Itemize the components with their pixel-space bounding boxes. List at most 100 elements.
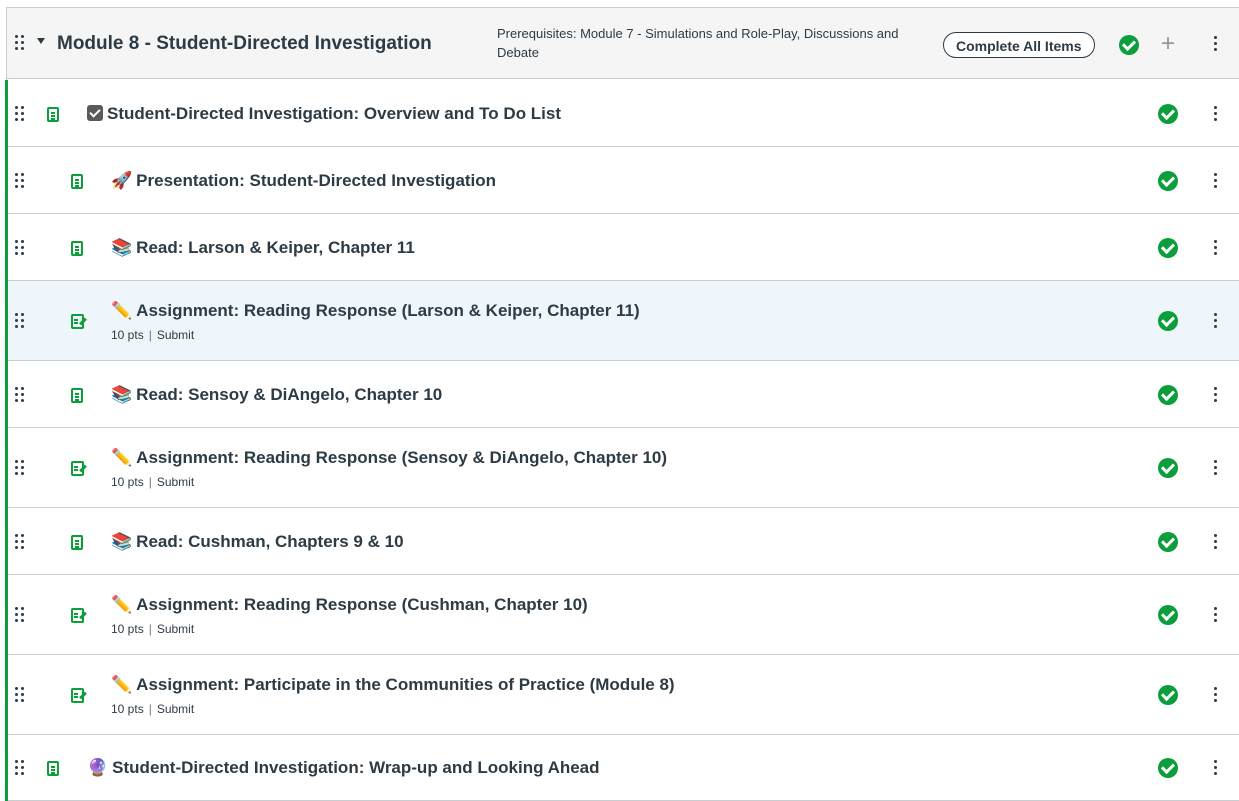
item-title-text: Student-Directed Investigation: Wrap-up … xyxy=(112,758,600,777)
item-title-link[interactable]: 🚀 Presentation: Student-Directed Investig… xyxy=(111,171,496,191)
module-header[interactable]: Module 8 - Student-Directed Investigatio… xyxy=(7,7,1239,79)
item-title-text: Read: Sensoy & DiAngelo, Chapter 10 xyxy=(136,385,443,404)
item-title-text: Presentation: Student-Directed Investiga… xyxy=(136,171,497,190)
item-meta: 10 pts | Submit xyxy=(111,702,194,716)
drag-handle-icon[interactable] xyxy=(15,35,24,50)
item-kebab-menu-icon[interactable] xyxy=(1214,687,1217,705)
page-icon xyxy=(71,241,83,256)
emoji-icon: 🚀 xyxy=(111,171,133,191)
emoji-icon: ✏️ xyxy=(111,448,133,468)
page-icon xyxy=(71,174,83,189)
completed-check-icon xyxy=(1158,238,1178,258)
item-title-link[interactable]: ✏️ Assignment: Reading Response (Sensoy &… xyxy=(111,448,667,468)
assignment-row[interactable]: ✏️ Assignment: Reading Response (Larson &… xyxy=(5,281,1239,361)
item-kebab-menu-icon[interactable] xyxy=(1214,460,1217,478)
module-title[interactable]: Module 8 - Student-Directed Investigatio… xyxy=(57,33,432,55)
completed-check-icon xyxy=(1158,605,1178,625)
assignment-icon xyxy=(71,688,84,703)
completed-check-icon xyxy=(1158,458,1178,478)
item-title-text: Assignment: Reading Response (Larson & K… xyxy=(136,301,640,320)
page-row[interactable]: 📚 Read: Cushman, Chapters 9 & 10 xyxy=(5,508,1239,575)
meta-divider: | xyxy=(148,622,152,636)
submit-status-label: Submit xyxy=(156,622,195,636)
drag-handle-icon[interactable] xyxy=(15,607,24,622)
emoji-icon: ✏️ xyxy=(111,675,133,695)
page-row[interactable]: 📚 Read: Sensoy & DiAngelo, Chapter 10 xyxy=(5,361,1239,428)
complete-all-items-badge: Complete All Items xyxy=(943,32,1095,58)
assignment-row[interactable]: ✏️ Assignment: Participate in the Communi… xyxy=(5,655,1239,735)
assignment-icon xyxy=(71,461,84,476)
drag-handle-icon[interactable] xyxy=(15,106,24,121)
page-row[interactable]: Student-Directed Investigation: Overview… xyxy=(5,80,1239,147)
drag-handle-icon[interactable] xyxy=(15,460,24,475)
item-meta: 10 pts | Submit xyxy=(111,622,194,636)
item-kebab-menu-icon[interactable] xyxy=(1214,313,1217,331)
page-row[interactable]: 🚀 Presentation: Student-Directed Investig… xyxy=(5,147,1239,214)
submit-status-label: Submit xyxy=(156,475,195,489)
emoji-icon: 🔮 xyxy=(87,758,109,778)
item-kebab-menu-icon[interactable] xyxy=(1214,106,1217,124)
submit-status-label: Submit xyxy=(156,328,195,342)
assignment-row[interactable]: ✏️ Assignment: Reading Response (Sensoy &… xyxy=(5,428,1239,508)
item-kebab-menu-icon[interactable] xyxy=(1214,240,1217,258)
item-title-link[interactable]: 📚 Read: Larson & Keiper, Chapter 11 xyxy=(111,238,415,258)
item-title-link[interactable]: 🔮 Student-Directed Investigation: Wrap-up… xyxy=(87,758,600,778)
page-icon xyxy=(71,388,83,403)
item-kebab-menu-icon[interactable] xyxy=(1214,173,1217,191)
module-complete-check-icon xyxy=(1119,35,1139,55)
drag-handle-icon[interactable] xyxy=(15,240,24,255)
item-title-link[interactable]: ✏️ Assignment: Participate in the Communi… xyxy=(111,675,675,695)
page-icon xyxy=(71,535,83,550)
item-title-text: Student-Directed Investigation: Overview… xyxy=(107,104,562,123)
completed-check-icon xyxy=(1158,758,1178,778)
points-label: 10 pts xyxy=(111,622,144,636)
module-kebab-menu-icon[interactable] xyxy=(1214,36,1217,54)
meta-divider: | xyxy=(148,702,152,716)
drag-handle-icon[interactable] xyxy=(15,173,24,188)
drag-handle-icon[interactable] xyxy=(15,760,24,775)
points-label: 10 pts xyxy=(111,475,144,489)
meta-divider: | xyxy=(148,475,152,489)
drag-handle-icon[interactable] xyxy=(15,687,24,702)
item-title-link[interactable]: ✏️ Assignment: Reading Response (Cushman,… xyxy=(111,595,588,615)
item-kebab-menu-icon[interactable] xyxy=(1214,607,1217,625)
item-title-text: Read: Larson & Keiper, Chapter 11 xyxy=(136,238,415,257)
item-title-text: Assignment: Participate in the Communiti… xyxy=(136,675,675,694)
collapse-caret-icon[interactable] xyxy=(37,38,45,44)
emoji-icon: 📚 xyxy=(111,385,133,405)
emoji-icon: ✏️ xyxy=(111,301,133,321)
emoji-icon: 📚 xyxy=(111,532,133,552)
item-title-text: Assignment: Reading Response (Cushman, C… xyxy=(136,595,588,614)
completed-check-icon xyxy=(1158,104,1178,124)
completed-check-icon xyxy=(1158,385,1178,405)
assignment-row[interactable]: ✏️ Assignment: Reading Response (Cushman,… xyxy=(5,575,1239,655)
item-kebab-menu-icon[interactable] xyxy=(1214,760,1217,778)
item-title-link[interactable]: Student-Directed Investigation: Overview… xyxy=(87,104,561,124)
item-title-link[interactable]: 📚 Read: Sensoy & DiAngelo, Chapter 10 xyxy=(111,385,442,405)
emoji-icon: ✏️ xyxy=(111,595,133,615)
item-title-link[interactable]: 📚 Read: Cushman, Chapters 9 & 10 xyxy=(111,532,404,552)
module-container: Module 8 - Student-Directed Investigatio… xyxy=(5,7,1239,801)
plus-icon[interactable]: + xyxy=(1161,32,1175,56)
completed-check-icon xyxy=(1158,685,1178,705)
completed-check-icon xyxy=(1158,171,1178,191)
item-title-link[interactable]: ✏️ Assignment: Reading Response (Larson &… xyxy=(111,301,640,321)
item-meta: 10 pts | Submit xyxy=(111,475,194,489)
submit-status-label: Submit xyxy=(156,702,195,716)
drag-handle-icon[interactable] xyxy=(15,387,24,402)
emoji-icon: 📚 xyxy=(111,238,133,258)
assignment-icon xyxy=(71,608,84,623)
drag-handle-icon[interactable] xyxy=(15,534,24,549)
completed-check-icon xyxy=(1158,532,1178,552)
points-label: 10 pts xyxy=(111,328,144,342)
assignment-icon xyxy=(71,314,84,329)
drag-handle-icon[interactable] xyxy=(15,313,24,328)
item-title-text: Read: Cushman, Chapters 9 & 10 xyxy=(136,532,404,551)
item-kebab-menu-icon[interactable] xyxy=(1214,534,1217,552)
page-row[interactable]: 📚 Read: Larson & Keiper, Chapter 11 xyxy=(5,214,1239,281)
completed-check-icon xyxy=(1158,311,1178,331)
checkbox-emoji-icon xyxy=(87,105,103,121)
page-row[interactable]: 🔮 Student-Directed Investigation: Wrap-up… xyxy=(5,735,1239,801)
item-kebab-menu-icon[interactable] xyxy=(1214,387,1217,405)
page-icon xyxy=(47,107,59,122)
